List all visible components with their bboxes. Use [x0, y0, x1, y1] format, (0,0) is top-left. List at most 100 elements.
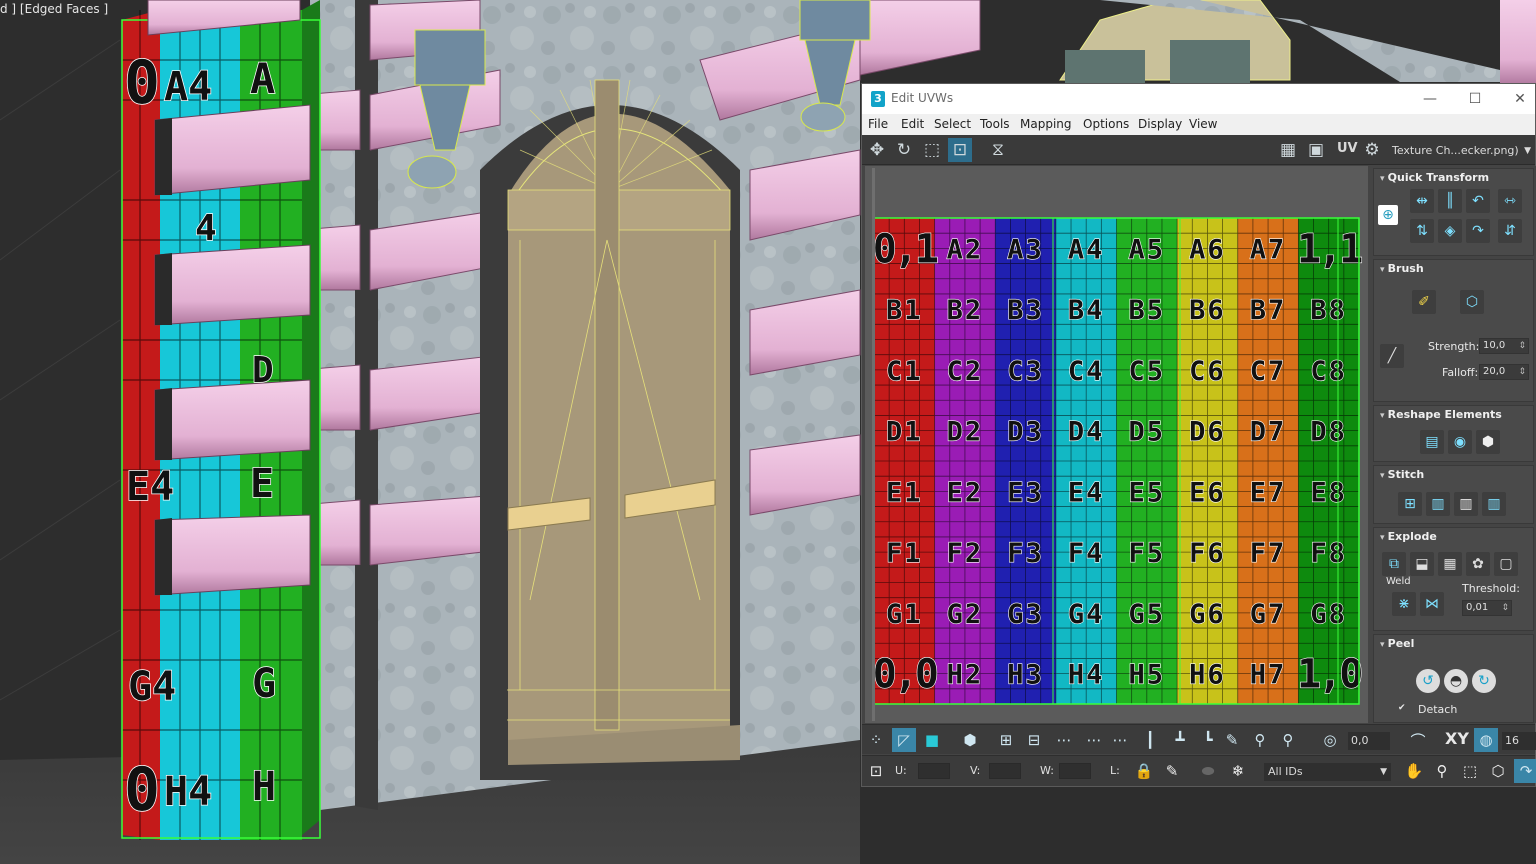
- menu-tools[interactable]: Tools: [980, 117, 1010, 131]
- select-flipped-icon[interactable]: ⚲: [1276, 728, 1300, 752]
- select-overlap-icon[interactable]: ⚲: [1248, 728, 1272, 752]
- weld-selected-icon[interactable]: ⋇: [1392, 592, 1416, 616]
- scale-icon[interactable]: ⬚: [920, 138, 944, 162]
- rotate-icon[interactable]: ↻: [892, 138, 916, 162]
- face-mode-icon[interactable]: ■: [920, 728, 944, 752]
- menu-file[interactable]: File: [868, 117, 888, 131]
- stitch-source-icon[interactable]: ▥: [1426, 492, 1450, 516]
- loop-icon[interactable]: ⋯: [1052, 728, 1076, 752]
- checker-display-icon[interactable]: ▦: [1276, 138, 1300, 162]
- zoom-icon[interactable]: ⚲: [1430, 759, 1454, 783]
- lock-icon[interactable]: 🔒: [1132, 759, 1156, 783]
- uv-editor-canvas[interactable]: 0,1 A2 A3 A4 A5 A6 A7 1,1 B1 B2 B3 B4 B5 B6 B7 B8 C1 C2 C3…: [865, 166, 1368, 723]
- xy-plane-label[interactable]: XY: [1445, 729, 1469, 748]
- paint-move-icon[interactable]: ✐: [1412, 290, 1436, 314]
- distribute-icon[interactable]: ⇵: [1498, 219, 1522, 243]
- explode-title[interactable]: Explode: [1380, 530, 1437, 543]
- explode-rollout[interactable]: Explode ⧉ ⬓ ▦ ✿ ▢ Weld ⋇ ⋈ Threshold: 0,…: [1373, 527, 1534, 631]
- stitch-custom-icon[interactable]: ⊞: [1398, 492, 1422, 516]
- brush-title[interactable]: Brush: [1380, 262, 1424, 275]
- zoom-extents-icon[interactable]: ⬡: [1486, 759, 1510, 783]
- hide-icon[interactable]: ✎: [1160, 759, 1184, 783]
- falloff-spinner[interactable]: 20,0: [1479, 364, 1529, 380]
- brush-rollout[interactable]: Brush ✐ ⬡ ╱ Strength: 10,0 Falloff: 20,0: [1373, 259, 1534, 402]
- checker-map[interactable]: 0,1 A2 A3 A4 A5 A6 A7 1,1 B1 B2 B3 B4 B5 B6 B7 B8 C1 C2 C3…: [865, 166, 1368, 723]
- stitch-target-icon[interactable]: ▥: [1454, 492, 1478, 516]
- grid-snap-icon[interactable]: ◍: [1474, 728, 1498, 752]
- reshape-elements-rollout[interactable]: Reshape Elements ▤ ◉ ⬢: [1373, 405, 1534, 462]
- element-mode-icon[interactable]: ⬢: [958, 728, 982, 752]
- edge-ring-icon[interactable]: ┃: [1138, 728, 1162, 752]
- edge-mode-icon[interactable]: ◸: [892, 728, 916, 752]
- stitch-average-icon[interactable]: ▥: [1482, 492, 1506, 516]
- maximize-button[interactable]: ☐: [1460, 87, 1490, 111]
- relax-icon[interactable]: ◉: [1448, 430, 1472, 454]
- strength-spinner[interactable]: 10,0: [1479, 338, 1529, 354]
- soft-selection-icon[interactable]: ◎: [1318, 728, 1342, 752]
- detach-edge-icon[interactable]: ⬓: [1410, 552, 1434, 576]
- freeze-toggle-icon[interactable]: ⬬: [1196, 759, 1220, 783]
- stitch-title[interactable]: Stitch: [1380, 468, 1425, 481]
- v-input[interactable]: [989, 763, 1021, 779]
- menu-view[interactable]: View: [1189, 117, 1217, 131]
- quick-transform-rollout[interactable]: Quick Transform ⊕ ⇹ ║ ↶ ⇿ ⇅ ◈ ↷ ⇵: [1373, 168, 1534, 256]
- snap-toggle-icon[interactable]: ↷: [1514, 759, 1536, 783]
- texture-dropdown[interactable]: Texture Ch...ecker.png) ▼: [1388, 141, 1535, 161]
- grid-size-input[interactable]: 16: [1502, 732, 1536, 750]
- pivot-icon[interactable]: ⊕: [1378, 205, 1398, 225]
- move-icon[interactable]: ✥: [865, 138, 889, 162]
- edit-uvws-window[interactable]: 3 Edit UVWs — ☐ ✕ File Edit Select Tools…: [861, 83, 1536, 787]
- align-edges-icon[interactable]: ⇿: [1498, 189, 1522, 213]
- relax-brush-icon[interactable]: ⬡: [1460, 290, 1484, 314]
- rotate-ccw-icon[interactable]: ↶: [1466, 189, 1490, 213]
- paint-select-icon[interactable]: ┻: [1168, 728, 1192, 752]
- break-icon[interactable]: ⧉: [1382, 552, 1406, 576]
- rotate-cw-icon[interactable]: ↷: [1466, 219, 1490, 243]
- detach-checkbox[interactable]: ✔: [1398, 703, 1406, 713]
- brush-select-icon[interactable]: ✎: [1220, 728, 1244, 752]
- vertex-mode-icon[interactable]: ⁘: [864, 728, 888, 752]
- unfold-icon[interactable]: ⬢: [1476, 430, 1500, 454]
- uv-space-label[interactable]: UV: [1337, 141, 1358, 156]
- reshape-elements-title[interactable]: Reshape Elements: [1380, 408, 1502, 421]
- peel-rollout[interactable]: Peel ↺ ◓ ↻ ✔ Detach: [1373, 634, 1534, 723]
- menu-options[interactable]: Options: [1083, 117, 1129, 131]
- mirror-icon[interactable]: ⧖: [986, 138, 1010, 162]
- viewport-label[interactable]: d ] [Edged Faces ]: [0, 2, 108, 16]
- brush-size-icon[interactable]: ╱: [1380, 344, 1404, 368]
- flatten-by-smoothing-icon[interactable]: ✿: [1466, 552, 1490, 576]
- u-input[interactable]: [918, 763, 950, 779]
- straighten-icon[interactable]: ▤: [1420, 430, 1444, 454]
- freeform-icon[interactable]: ⊡: [948, 138, 972, 162]
- grow-icon[interactable]: ⊞: [994, 728, 1018, 752]
- peel-title[interactable]: Peel: [1380, 637, 1415, 650]
- w-input[interactable]: [1059, 763, 1091, 779]
- zoom-region-icon[interactable]: ⬚: [1458, 759, 1482, 783]
- material-id-dropdown[interactable]: All IDs ▼: [1264, 763, 1391, 781]
- select-by-element-icon[interactable]: ┗: [1196, 728, 1220, 752]
- center-pivot-icon[interactable]: ◈: [1438, 219, 1462, 243]
- menu-display[interactable]: Display: [1138, 117, 1182, 131]
- stitch-rollout[interactable]: Stitch ⊞ ▥ ▥ ▥: [1373, 465, 1534, 524]
- align-vertical-icon[interactable]: ⇅: [1410, 219, 1434, 243]
- close-button[interactable]: ✕: [1505, 87, 1535, 111]
- settings-icon[interactable]: ⚙: [1360, 138, 1384, 162]
- freeze-icon[interactable]: ❄: [1226, 759, 1250, 783]
- angle-input[interactable]: 0,0: [1348, 732, 1390, 750]
- falloff-curve-icon[interactable]: ⌒: [1406, 728, 1430, 752]
- peel-mode-icon[interactable]: ◓: [1444, 669, 1468, 693]
- reset-peel-icon[interactable]: ↻: [1472, 669, 1496, 693]
- quick-peel-icon[interactable]: ↺: [1416, 669, 1440, 693]
- menu-mapping[interactable]: Mapping: [1020, 117, 1072, 131]
- show-map-icon[interactable]: ▣: [1304, 138, 1328, 162]
- menu-edit[interactable]: Edit: [901, 117, 924, 131]
- title-bar[interactable]: 3 Edit UVWs — ☐ ✕: [862, 84, 1535, 114]
- flatten-icon[interactable]: ▦: [1438, 552, 1462, 576]
- space-vertical-icon[interactable]: ║: [1438, 189, 1462, 213]
- flatten-by-material-icon[interactable]: ▢: [1494, 552, 1518, 576]
- menu-select[interactable]: Select: [934, 117, 971, 131]
- edge-loop-icon[interactable]: ⋯: [1108, 728, 1132, 752]
- ring-icon[interactable]: ⋯: [1082, 728, 1106, 752]
- absolute-mode-icon[interactable]: ⊡: [864, 759, 888, 783]
- quick-transform-title[interactable]: Quick Transform: [1380, 171, 1489, 184]
